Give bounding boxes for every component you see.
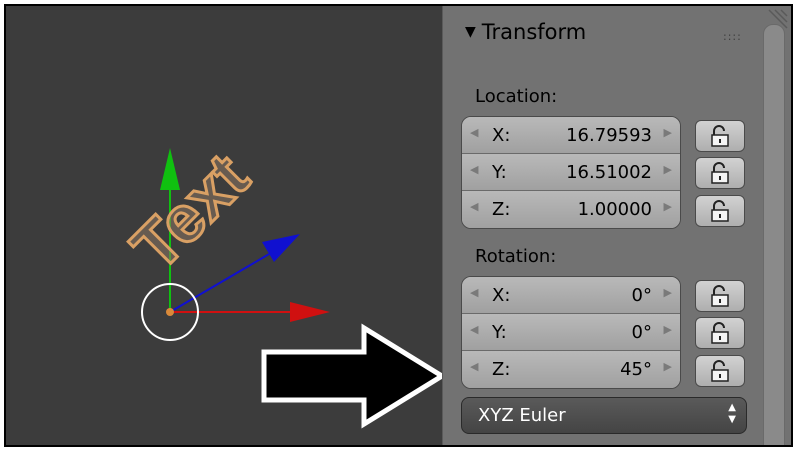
location-z-value: 1.00000 — [577, 199, 652, 220]
x-axis-arrow-icon[interactable] — [290, 302, 330, 322]
rotation-fields: ◀ X: 0° ▶ ◀ Y: 0° ▶ ◀ Z: 45° ▶ — [461, 276, 681, 389]
object-origin-dot[interactable] — [166, 308, 174, 316]
location-z-lock-button[interactable] — [695, 195, 745, 227]
location-label: Location: — [475, 86, 558, 107]
lock-icon — [711, 200, 729, 222]
rotation-y-axis-label: Y: — [492, 322, 507, 343]
lock-icon — [711, 285, 729, 307]
location-x-field[interactable]: ◀ X: 16.79593 ▶ — [462, 117, 680, 154]
rotation-y-lock-button[interactable] — [695, 317, 745, 349]
arrow-left-icon[interactable]: ◀ — [470, 360, 478, 373]
rotation-label: Rotation: — [475, 246, 557, 267]
arrow-left-icon[interactable]: ◀ — [470, 286, 478, 299]
viewport-scene: Text — [116, 138, 442, 429]
rotation-mode-value: XYZ Euler — [478, 405, 566, 426]
up-down-caret-icon: ▲ ▼ — [728, 402, 736, 425]
rotation-z-axis-label: Z: — [492, 359, 511, 380]
lock-icon — [711, 162, 729, 184]
callout-arrow-icon — [261, 323, 442, 429]
rotation-y-value: 0° — [631, 322, 652, 343]
rotation-mode-select[interactable]: XYZ Euler ▲ ▼ — [461, 397, 747, 434]
location-z-field[interactable]: ◀ Z: 1.00000 ▶ — [462, 191, 680, 228]
transform-panel: ▼ Transform :::: Location: ◀ X: 16.79593… — [442, 6, 791, 445]
rotation-z-lock-button[interactable] — [695, 355, 745, 387]
rotation-z-field[interactable]: ◀ Z: 45° ▶ — [462, 351, 680, 388]
location-x-lock-button[interactable] — [695, 120, 745, 152]
arrow-right-icon[interactable]: ▶ — [664, 360, 672, 373]
location-x-axis-label: X: — [492, 125, 511, 146]
arrow-left-icon[interactable]: ◀ — [470, 200, 478, 213]
rotation-y-field[interactable]: ◀ Y: 0° ▶ — [462, 314, 680, 351]
panel-drag-grip[interactable]: :::: — [723, 30, 742, 43]
lock-icon — [711, 125, 729, 147]
location-y-axis-label: Y: — [492, 162, 507, 183]
panel-header-transform[interactable]: ▼ Transform — [465, 20, 586, 44]
arrow-left-icon[interactable]: ◀ — [470, 163, 478, 176]
arrow-left-icon[interactable]: ◀ — [470, 323, 478, 336]
location-y-value: 16.51002 — [566, 162, 652, 183]
location-fields: ◀ X: 16.79593 ▶ ◀ Y: 16.51002 ▶ ◀ Z: 1.0… — [461, 116, 681, 229]
lock-icon — [711, 360, 729, 382]
screenshot-frame: Text ▼ Transform :::: Location: ◀ X: 16.… — [4, 4, 793, 447]
arrow-left-icon[interactable]: ◀ — [470, 126, 478, 139]
panel-title: Transform — [481, 20, 587, 44]
panel-scrollbar[interactable] — [763, 24, 785, 445]
arrow-right-icon[interactable]: ▶ — [664, 163, 672, 176]
rotation-x-field[interactable]: ◀ X: 0° ▶ — [462, 277, 680, 314]
text-object[interactable]: Text — [116, 138, 264, 286]
rotation-x-lock-button[interactable] — [695, 280, 745, 312]
z-axis-arrow-icon[interactable] — [262, 234, 300, 262]
arrow-right-icon[interactable]: ▶ — [664, 126, 672, 139]
3d-viewport[interactable]: Text — [6, 6, 442, 445]
location-y-lock-button[interactable] — [695, 157, 745, 189]
location-x-value: 16.79593 — [566, 125, 652, 146]
rotation-x-value: 0° — [631, 285, 652, 306]
lock-icon — [711, 322, 729, 344]
triangle-down-icon: ▼ — [465, 24, 476, 40]
arrow-right-icon[interactable]: ▶ — [664, 200, 672, 213]
location-y-field[interactable]: ◀ Y: 16.51002 ▶ — [462, 154, 680, 191]
arrow-right-icon[interactable]: ▶ — [664, 323, 672, 336]
location-z-axis-label: Z: — [492, 199, 511, 220]
rotation-x-axis-label: X: — [492, 285, 511, 306]
rotation-z-value: 45° — [620, 359, 652, 380]
arrow-right-icon[interactable]: ▶ — [664, 286, 672, 299]
